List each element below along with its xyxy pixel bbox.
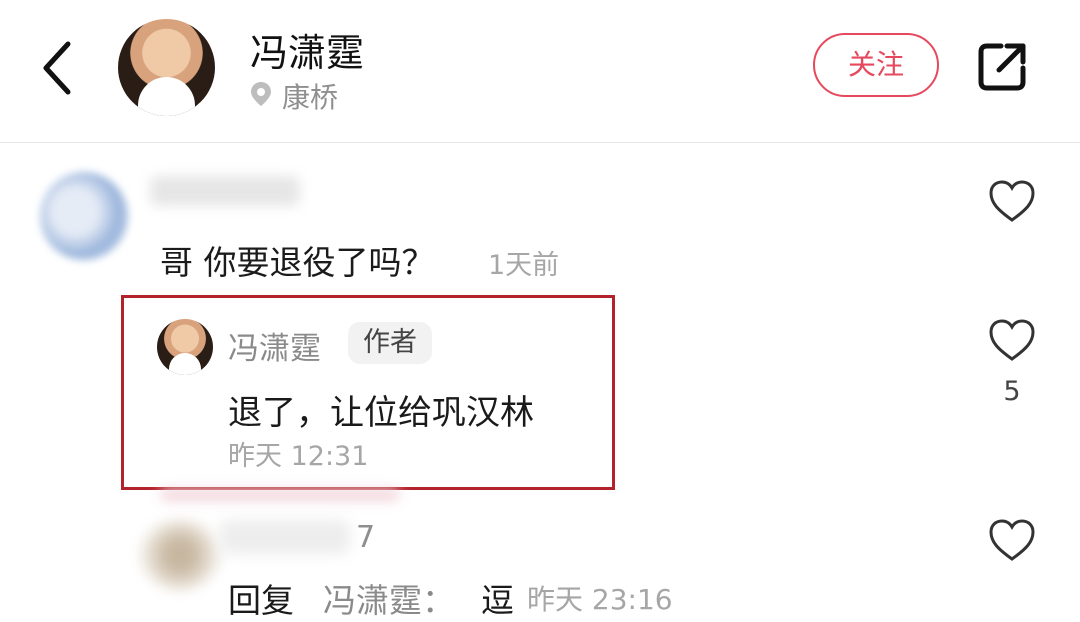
commenter-avatar[interactable] — [140, 520, 220, 590]
reply-to-name[interactable]: 冯潇霆： — [323, 574, 455, 622]
author-badge: 作者 — [348, 322, 432, 364]
reply-prefix: 回复 — [228, 581, 294, 620]
comment-text: 哥 你要退役了吗？ — [160, 243, 435, 282]
follow-button[interactable]: 关注 — [813, 33, 939, 97]
commenter-name-tail: 7 — [356, 520, 376, 555]
like-heart-icon[interactable] — [988, 518, 1036, 562]
like-heart-icon[interactable] — [988, 318, 1036, 362]
share-icon[interactable] — [975, 40, 1029, 94]
reply-body: 逗 — [481, 581, 514, 620]
location-pin-icon — [251, 82, 271, 106]
commenter-name-blurred — [220, 520, 350, 554]
reply-author-avatar[interactable] — [157, 319, 213, 375]
back-chevron-icon[interactable] — [38, 40, 78, 96]
like-count: 5 — [1003, 376, 1021, 407]
location-text: 康桥 — [282, 81, 339, 114]
reply-time: 昨天 12:31 — [228, 441, 369, 472]
reply-author-name[interactable]: 冯潇霆 — [228, 323, 321, 368]
commenter-name-blurred — [150, 176, 300, 206]
profile-avatar[interactable] — [118, 19, 215, 116]
commenter-avatar[interactable] — [40, 172, 128, 260]
comment-time: 1天前 — [488, 250, 560, 281]
blurred-strip — [160, 489, 400, 501]
reply-text: 退了，让位给巩汉林 — [228, 393, 534, 433]
profile-name[interactable]: 冯潇霆 — [250, 22, 364, 77]
comment-time: 昨天 23:16 — [527, 583, 673, 616]
like-heart-icon[interactable] — [988, 179, 1036, 223]
header-divider — [0, 142, 1080, 143]
